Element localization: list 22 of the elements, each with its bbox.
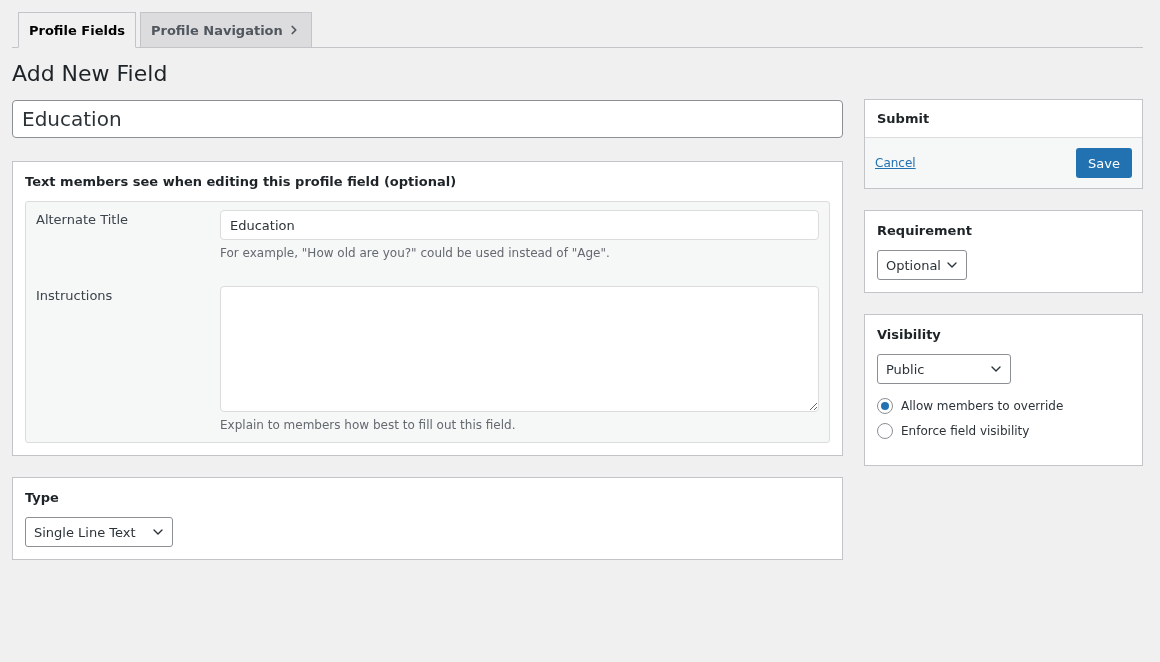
panel-title: Requirement bbox=[877, 223, 973, 238]
save-button[interactable]: Save bbox=[1076, 148, 1132, 178]
panel-title: Text members see when editing this profile field (optional) bbox=[25, 174, 458, 189]
dropdown-select[interactable]: Single Line Text bbox=[25, 517, 173, 547]
field-hint: Explain to members how best to fill out this field. bbox=[220, 418, 517, 432]
radio-label: Enforce field visibility bbox=[901, 424, 1030, 438]
field-hint: For example, "How old are you?" could be used instead of "Age". bbox=[220, 246, 611, 260]
alternate-title-input[interactable]: Education bbox=[220, 210, 819, 240]
field-name-input[interactable]: Education bbox=[12, 100, 843, 138]
page-heading: Add New Field bbox=[12, 61, 169, 86]
radio-button[interactable] bbox=[877, 423, 893, 439]
panel-title: Type bbox=[25, 490, 60, 505]
tab[interactable]: Profile Navigation bbox=[139, 12, 312, 48]
radio-button[interactable] bbox=[877, 398, 893, 414]
tab[interactable]: Profile Fields bbox=[18, 12, 136, 48]
panel-title: Visibility bbox=[877, 327, 942, 342]
cancel-link[interactable]: Cancel bbox=[875, 156, 916, 170]
field-label: Instructions bbox=[36, 287, 114, 305]
dropdown-select[interactable]: Optional bbox=[877, 250, 967, 280]
radio-label: Allow members to override bbox=[901, 399, 1064, 413]
dropdown-select[interactable]: Public bbox=[877, 354, 1011, 384]
field-label: Alternate Title bbox=[36, 211, 129, 229]
